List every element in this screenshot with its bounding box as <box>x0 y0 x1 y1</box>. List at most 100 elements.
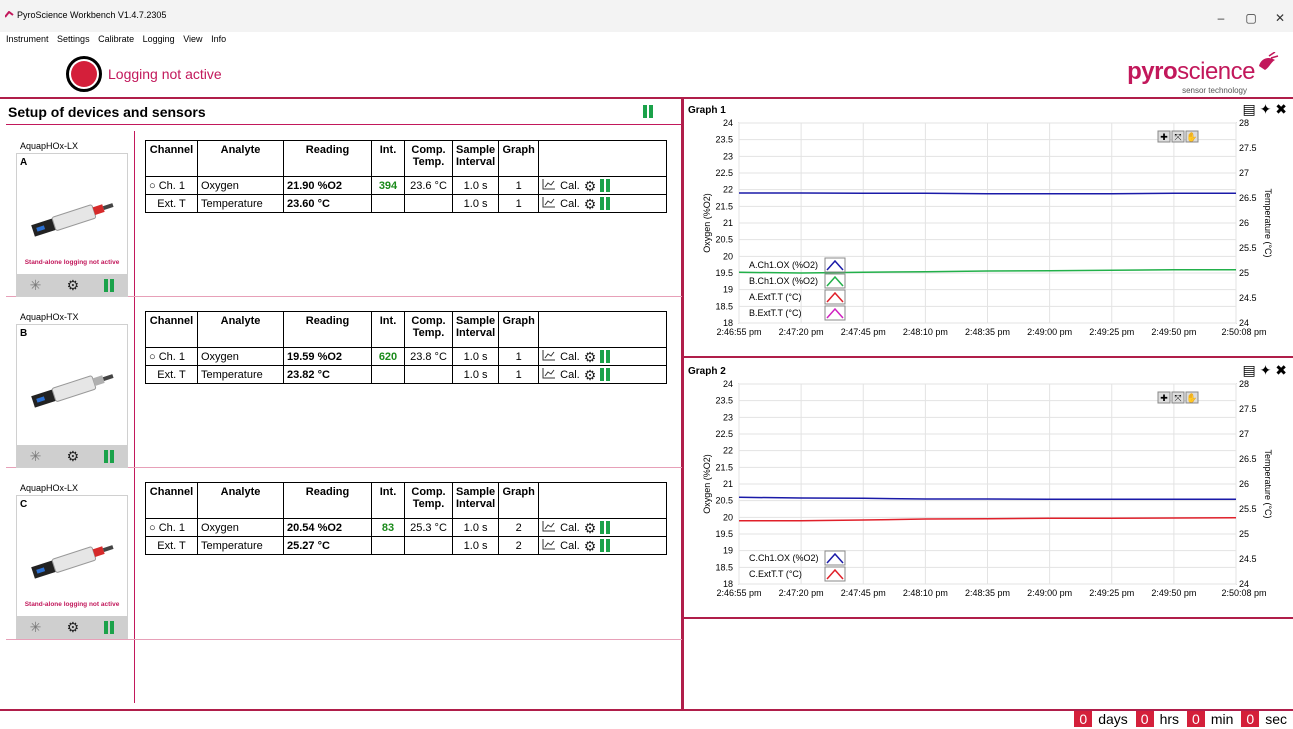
gear-icon[interactable]: ⚙ <box>584 197 597 211</box>
pause-all-button[interactable] <box>643 105 653 118</box>
gear-icon[interactable]: ⚙ <box>67 449 80 463</box>
reading-cell: 23.82 °C <box>283 365 372 384</box>
pause-icon[interactable] <box>600 350 611 363</box>
analyte-cell: Temperature <box>197 194 284 213</box>
table-row[interactable]: Ext. T Temperature 25.27 °C 1.0 s 2 Cal.… <box>145 536 667 555</box>
sensor-probe-image <box>31 203 114 237</box>
graph-2-chart[interactable]: 1818.51919.52020.52121.52222.52323.52424… <box>684 378 1293 614</box>
y2-tick-label: 26.5 <box>1239 193 1257 203</box>
menu-info[interactable]: Info <box>211 34 226 44</box>
graph-close-icon[interactable]: ✖ <box>1275 101 1287 117</box>
graph-1-chart[interactable]: 1818.51919.52020.52121.52222.52323.52424… <box>684 117 1293 353</box>
actions-cell: Cal. ⚙ <box>538 176 667 195</box>
sensor-probe-image <box>31 374 114 408</box>
int-cell: 83 <box>371 518 405 537</box>
graph-pin-icon[interactable]: ✦ <box>1260 101 1272 117</box>
table-row[interactable]: ○ Ch. 1 Oxygen 20.54 %O2 83 25.3 °C 1.0 … <box>145 518 667 537</box>
col-channel: Channel <box>145 140 198 177</box>
device-toolbar: ✳ ⚙ <box>17 616 127 638</box>
pause-icon[interactable] <box>600 368 611 381</box>
table-row[interactable]: ○ Ch. 1 Oxygen 21.90 %O2 394 23.6 °C 1.0… <box>145 176 667 195</box>
interval-cell: 1.0 s <box>451 365 500 384</box>
int-cell <box>371 536 405 555</box>
record-button[interactable] <box>66 56 102 92</box>
radio-icon[interactable]: ○ <box>149 522 159 534</box>
calibrate-button[interactable]: Cal. <box>560 180 580 192</box>
gear-icon[interactable]: ⚙ <box>584 179 597 193</box>
gear-icon[interactable]: ⚙ <box>584 350 597 364</box>
loading-spinner-icon[interactable]: ✳ <box>30 277 42 294</box>
menu-calibrate[interactable]: Calibrate <box>98 34 134 44</box>
interval-cell: 1.0 s <box>451 176 500 195</box>
tool-glyph: ✋ <box>1186 131 1197 143</box>
gear-icon[interactable]: ⚙ <box>67 620 80 634</box>
col-comp-temp: Comp. Temp. <box>404 311 453 348</box>
device-model-label: AquapHOx-LX <box>20 141 79 151</box>
calibrate-button[interactable]: Cal. <box>560 351 580 363</box>
chart-icon[interactable] <box>542 520 556 535</box>
device-card[interactable]: A Stand-alone logging not active ✳ ⚙ <box>16 153 128 297</box>
calibrate-button[interactable]: Cal. <box>560 522 580 534</box>
brand-name-bold: pyro <box>1127 58 1178 85</box>
y2-tick-label: 27.5 <box>1239 143 1257 153</box>
tool-glyph: ⤧ <box>1174 132 1181 143</box>
channel-table-header: Channel Analyte Reading Int. Comp. Temp.… <box>145 140 667 177</box>
graph-close-icon[interactable]: ✖ <box>1275 362 1287 378</box>
col-int: Int. <box>371 311 405 348</box>
pause-icon[interactable] <box>600 197 611 210</box>
pause-icon[interactable] <box>600 539 611 552</box>
graph-pin-icon[interactable]: ✦ <box>1260 362 1272 378</box>
legend-label: A.ExtT.T (°C) <box>749 292 801 302</box>
calibrate-button[interactable]: Cal. <box>560 198 580 210</box>
table-row[interactable]: ○ Ch. 1 Oxygen 19.59 %O2 620 23.8 °C 1.0… <box>145 347 667 366</box>
interval-cell: 1.0 s <box>451 518 500 537</box>
y-tick-label: 23 <box>723 412 733 422</box>
radio-icon[interactable]: ○ <box>149 180 159 192</box>
chart-icon[interactable] <box>542 367 556 382</box>
loading-spinner-icon[interactable]: ✳ <box>30 619 42 636</box>
device-card[interactable]: B ✳ ⚙ <box>16 324 128 468</box>
device-divider-3 <box>6 639 682 640</box>
chart-icon[interactable] <box>542 538 556 553</box>
pause-icon[interactable] <box>104 449 115 463</box>
calibrate-button[interactable]: Cal. <box>560 369 580 381</box>
pause-icon[interactable] <box>104 278 115 292</box>
radio-icon[interactable]: ○ <box>149 351 159 363</box>
pause-icon[interactable] <box>104 620 115 634</box>
pause-icon[interactable] <box>600 521 611 534</box>
table-row[interactable]: Ext. T Temperature 23.60 °C 1.0 s 1 Cal.… <box>145 194 667 213</box>
menu-settings[interactable]: Settings <box>57 34 90 44</box>
menu-logging[interactable]: Logging <box>143 34 175 44</box>
chart-icon[interactable] <box>542 349 556 364</box>
gear-icon[interactable]: ⚙ <box>584 368 597 382</box>
chart-icon[interactable] <box>542 178 556 193</box>
col-channel: Channel <box>145 311 198 348</box>
tool-glyph: ⤧ <box>1174 393 1181 404</box>
menu-instrument[interactable]: Instrument <box>6 34 49 44</box>
gear-icon[interactable]: ⚙ <box>67 278 80 292</box>
menu-view[interactable]: View <box>183 34 202 44</box>
title-bar: PyroScience Workbench V1.4.7.2305 – ▢ ✕ <box>0 0 1293 32</box>
x-tick-label: 2:49:25 pm <box>1089 327 1134 337</box>
interval-cell: 1.0 s <box>451 194 500 213</box>
x-tick-label: 2:48:10 pm <box>903 588 948 598</box>
device-card[interactable]: C Stand-alone logging not active ✳ ⚙ <box>16 495 128 639</box>
loading-spinner-icon[interactable]: ✳ <box>30 448 42 465</box>
standalone-status: Stand-alone logging not active <box>24 601 120 608</box>
chart-icon[interactable] <box>542 196 556 211</box>
maximize-button[interactable]: ▢ <box>1243 10 1259 26</box>
y2-tick-label: 26.5 <box>1239 454 1257 464</box>
pyroscience-logo: pyroscience sensor technology <box>1109 52 1279 98</box>
table-row[interactable]: Ext. T Temperature 23.82 °C 1.0 s 1 Cal.… <box>145 365 667 384</box>
minimize-button[interactable]: – <box>1213 10 1229 26</box>
graph-export-icon[interactable]: ▤ <box>1243 362 1256 378</box>
graph-export-icon[interactable]: ▤ <box>1243 101 1256 117</box>
y2-tick-label: 27.5 <box>1239 404 1257 414</box>
col-comp-temp: Comp. Temp. <box>404 482 453 519</box>
reading-cell: 23.60 °C <box>283 194 372 213</box>
close-button[interactable]: ✕ <box>1272 10 1288 26</box>
pause-icon[interactable] <box>600 179 611 192</box>
gear-icon[interactable]: ⚙ <box>584 521 597 535</box>
calibrate-button[interactable]: Cal. <box>560 540 580 552</box>
gear-icon[interactable]: ⚙ <box>584 539 597 553</box>
